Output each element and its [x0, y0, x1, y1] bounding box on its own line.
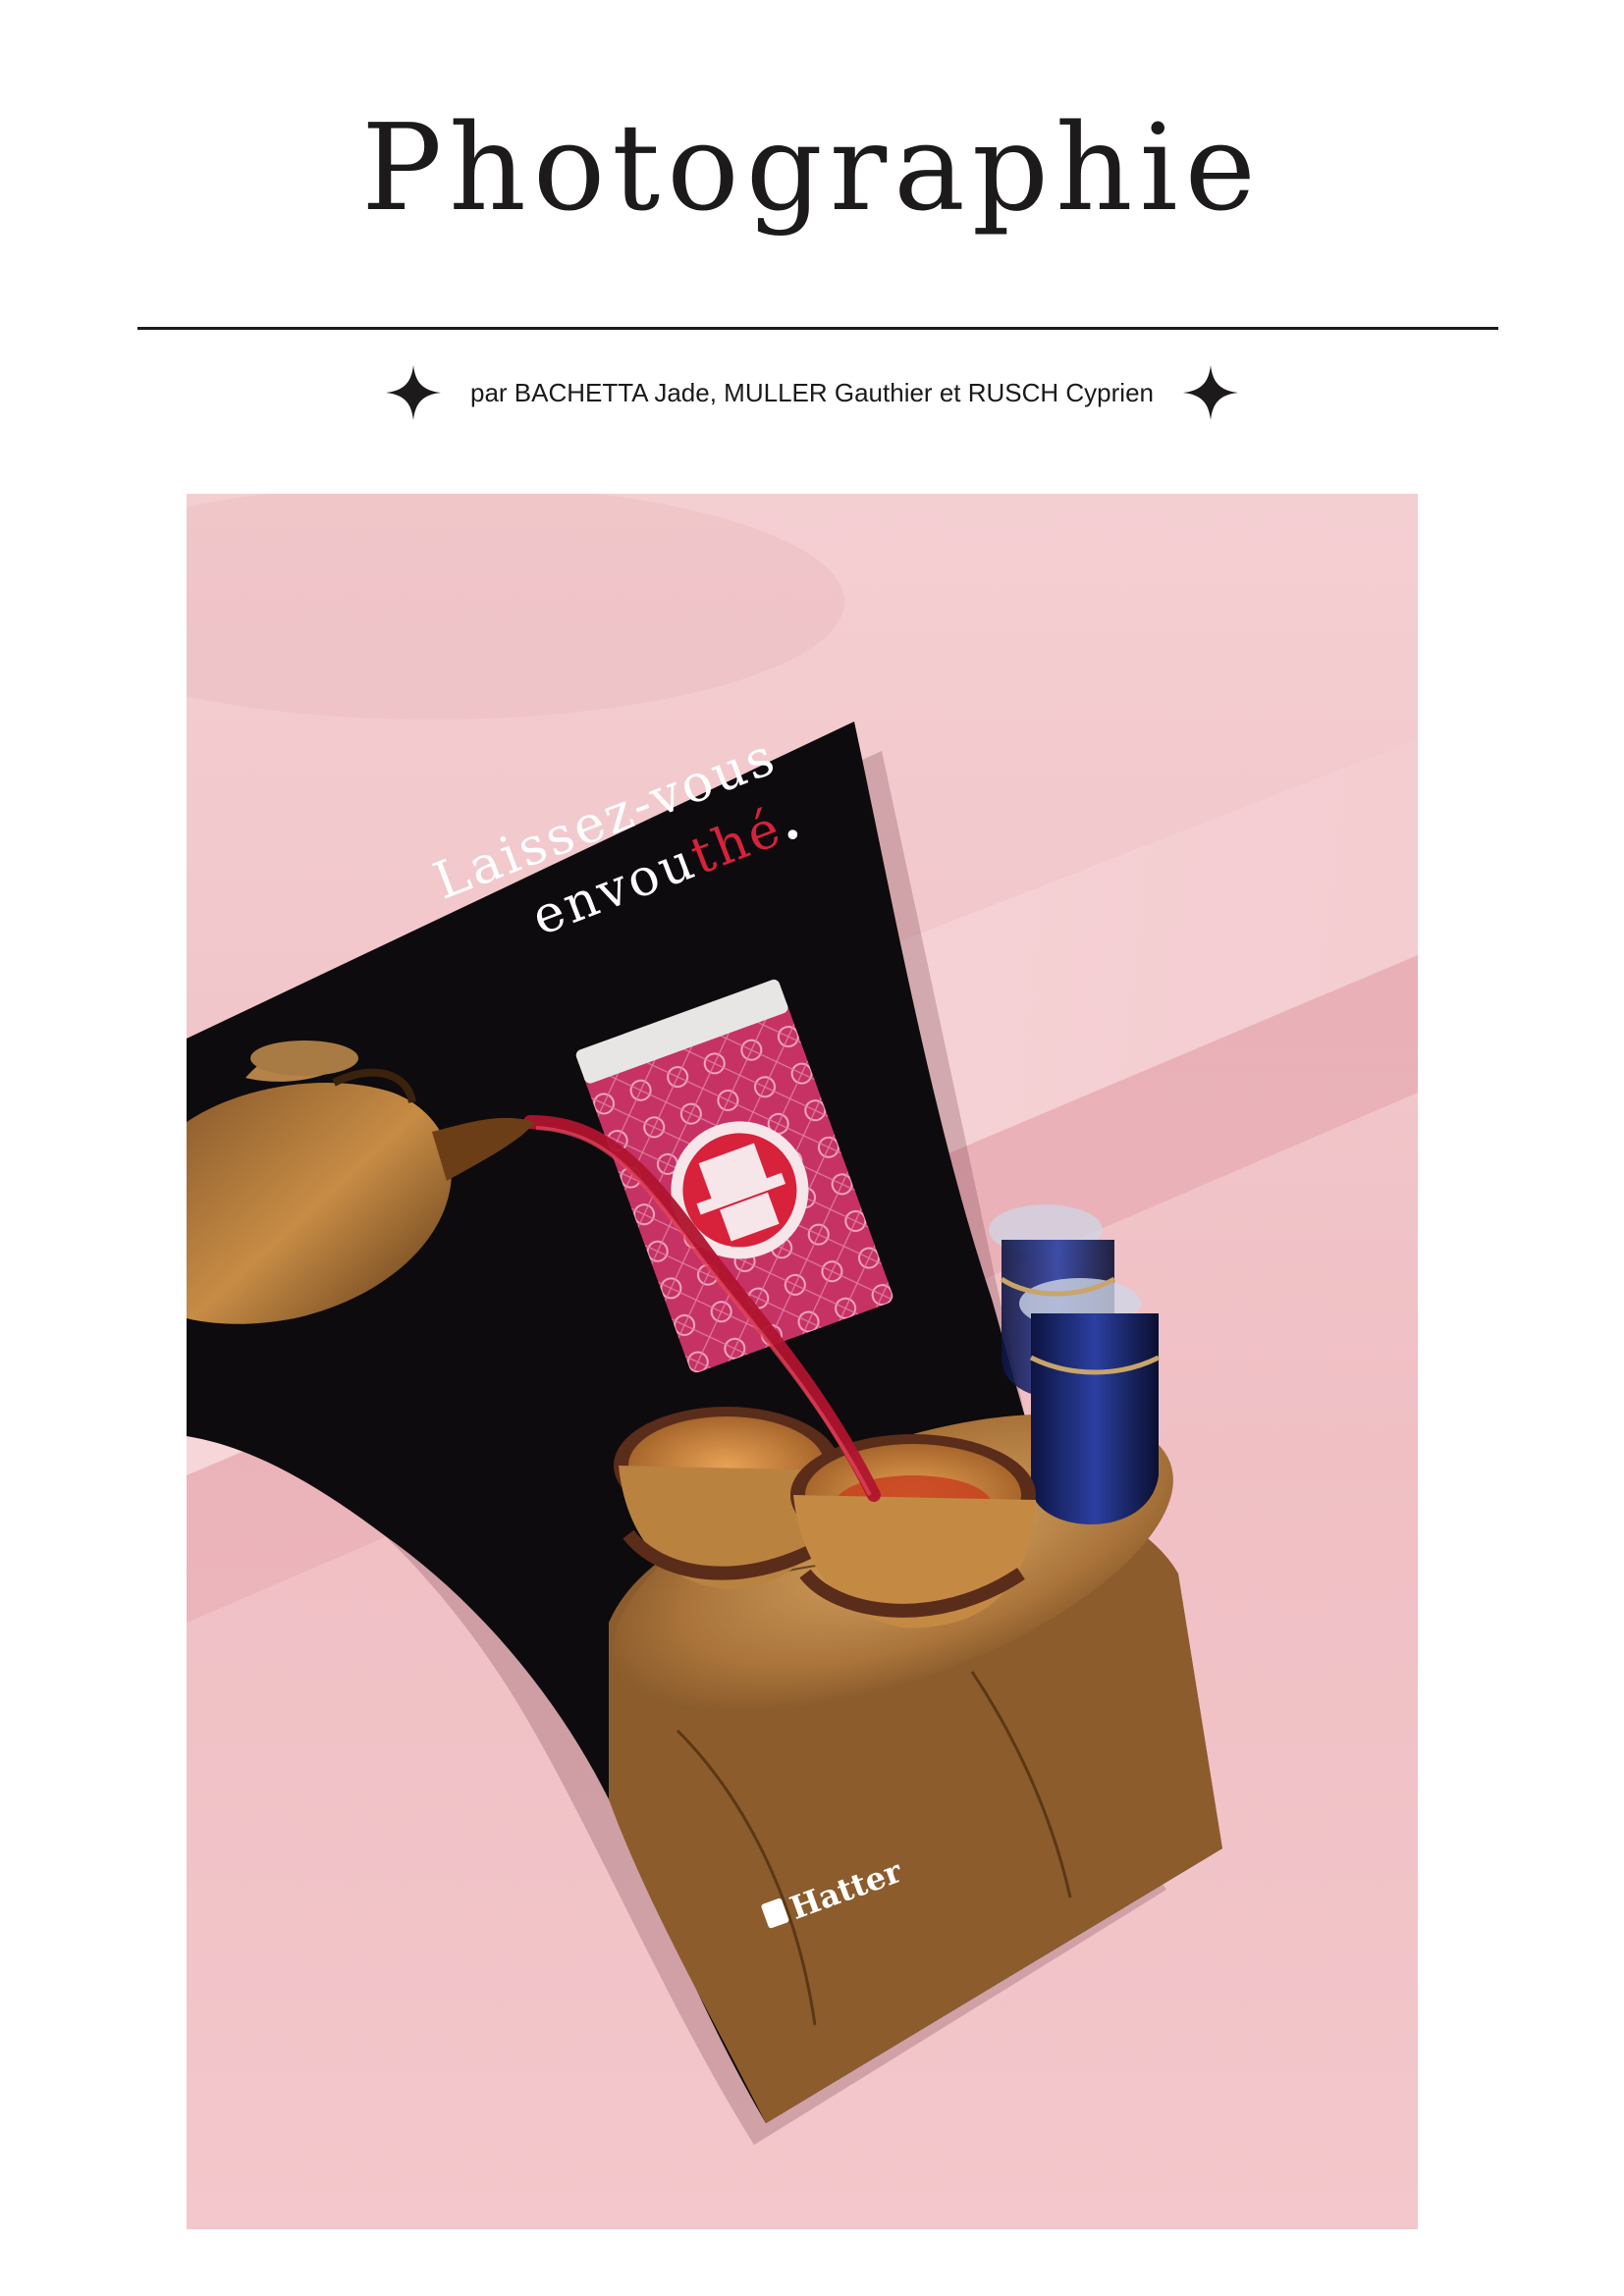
- byline-row: par BACHETTA Jade, MULLER Gauthier et RU…: [0, 363, 1624, 422]
- poster-mockup-photo: Laissez-vous envouthé. Hatter: [187, 494, 1418, 2229]
- sparkle-icon: [1182, 365, 1238, 420]
- page-title: Photographie: [361, 98, 1263, 238]
- page: Photographie par BACHETTA Jade, MULLER G…: [0, 0, 1624, 2296]
- poster-mockup-illustration: Laissez-vous envouthé. Hatter: [187, 494, 1418, 2229]
- divider-line: [137, 327, 1498, 330]
- byline: par BACHETTA Jade, MULLER Gauthier et RU…: [470, 377, 1154, 407]
- sparkle-icon: [386, 365, 441, 420]
